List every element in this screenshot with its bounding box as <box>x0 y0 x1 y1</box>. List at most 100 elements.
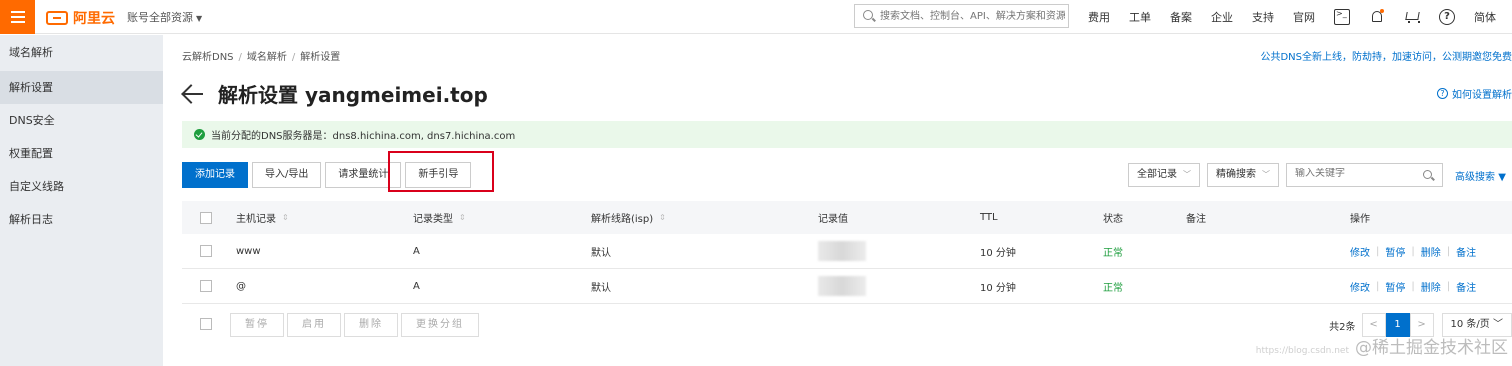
header-line[interactable]: 解析线路(isp) ⇕ <box>591 201 666 234</box>
row-checkbox[interactable] <box>200 280 212 292</box>
header-host[interactable]: 主机记录 ⇕ <box>236 201 289 234</box>
advanced-search-link[interactable]: 高级搜索 ▼ <box>1455 168 1506 183</box>
sidebar-item-weight-config[interactable]: 权重配置 <box>0 137 163 170</box>
header-remark: 备注 <box>1186 214 1206 225</box>
edit-link[interactable]: 修改 <box>1350 279 1370 294</box>
account-resource-dropdown[interactable]: 账号全部资源 ▼ <box>127 9 202 25</box>
help-icon[interactable]: ? <box>1439 9 1455 25</box>
bulk-change-group-button[interactable]: 更换分组 <box>401 313 479 337</box>
filters: 全部记录 ﹀ 精确搜索 ﹀ 高级搜索 ▼ <box>1128 163 1506 187</box>
announcement-link[interactable]: 公共DNS全新上线，防劫持，加速访问，公测期邀您免费 <box>1260 48 1512 63</box>
import-export-button[interactable]: 导入/导出 <box>252 162 322 188</box>
keyword-search[interactable] <box>1286 163 1443 187</box>
bulk-enable-button[interactable]: 启用 <box>287 313 341 337</box>
global-search[interactable] <box>854 4 1069 28</box>
breadcrumb-domain-resolution[interactable]: 域名解析 <box>247 52 287 63</box>
total-count: 共2条 <box>1329 321 1356 333</box>
question-icon: ? <box>1437 88 1448 99</box>
redacted-value <box>818 276 866 296</box>
cell-type: A <box>413 280 420 292</box>
remark-link[interactable]: 备注 <box>1456 244 1476 259</box>
breadcrumb-current: 解析设置 <box>300 52 341 63</box>
terminal-icon[interactable] <box>1334 9 1350 25</box>
header-ttl: TTL <box>980 212 998 223</box>
top-bar: 阿里云 账号全部资源▼ 费用 工单 备案 企业 支持 官网 ? 简体 <box>0 0 1512 34</box>
bulk-select-checkbox[interactable] <box>200 318 212 330</box>
sort-icon[interactable]: ⇕ <box>659 213 666 222</box>
back-arrow-icon[interactable] <box>182 84 204 104</box>
header-host-label: 主机记录 <box>236 214 276 225</box>
search-mode-label: 精确搜索 <box>1216 169 1256 180</box>
global-search-input[interactable] <box>880 8 1065 24</box>
cell-line: 默认 <box>591 282 611 294</box>
sidebar-item-dns-security[interactable]: DNS安全 <box>0 104 163 137</box>
add-record-button[interactable]: 添加记录 <box>182 162 248 188</box>
select-all-checkbox-cell <box>200 201 212 234</box>
header-type-label: 记录类型 <box>413 214 453 225</box>
header-line-label: 解析线路(isp) <box>591 214 654 225</box>
watermark-text: @稀土掘金技术社区 <box>1355 338 1508 358</box>
nav-billing[interactable]: 费用 <box>1088 9 1110 25</box>
sidebar-item-resolution-settings[interactable]: 解析设置 <box>0 71 163 104</box>
sidebar-item-resolution-log[interactable]: 解析日志 <box>0 203 163 236</box>
highlight-box <box>388 151 494 192</box>
chevron-down-icon: ﹀ <box>1262 170 1270 179</box>
nav-enterprise[interactable]: 企业 <box>1211 9 1233 25</box>
nav-tickets[interactable]: 工单 <box>1129 9 1151 25</box>
nav-icp[interactable]: 备案 <box>1170 9 1192 25</box>
delete-link[interactable]: 删除 <box>1421 279 1441 294</box>
page-title: 解析设置 yangmeimei.top <box>218 83 488 107</box>
records-table: 主机记录 ⇕ 记录类型 ⇕ 解析线路(isp) ⇕ 记录值 TTL 状态 备注 操作 … <box>182 201 1512 304</box>
dns-server-notice: 当前分配的DNS服务器是：dns8.hichina.com, dns7.hich… <box>182 121 1512 148</box>
bulk-buttons: 暂停 启用 删除 更换分组 <box>230 313 482 337</box>
nav-official-site[interactable]: 官网 <box>1293 9 1315 25</box>
header-status: 状态 <box>1103 214 1123 225</box>
language-switch[interactable]: 简体 <box>1474 9 1496 25</box>
caret-down-icon: ▼ <box>196 14 203 23</box>
dns-notice-text: 当前分配的DNS服务器是：dns8.hichina.com, dns7.hich… <box>211 131 516 142</box>
edit-link[interactable]: 修改 <box>1350 244 1370 259</box>
search-icon[interactable] <box>1423 170 1432 179</box>
cell-host: www <box>236 245 261 257</box>
keyword-input[interactable] <box>1295 168 1415 179</box>
breadcrumb: 云解析DNS / 域名解析 / 解析设置 <box>182 52 341 63</box>
row-checkbox[interactable] <box>200 245 212 257</box>
cell-host: @ <box>236 280 246 292</box>
record-filter-label: 全部记录 <box>1137 169 1177 180</box>
cart-icon[interactable] <box>1404 9 1420 25</box>
pause-link[interactable]: 暂停 <box>1385 279 1405 294</box>
bulk-pause-button[interactable]: 暂停 <box>230 313 284 337</box>
header-type[interactable]: 记录类型 ⇕ <box>413 201 466 234</box>
remark-link[interactable]: 备注 <box>1456 279 1476 294</box>
menu-icon[interactable] <box>0 0 35 34</box>
aliyun-logo-icon <box>46 11 68 25</box>
howto-label: 如何设置解析 <box>1452 90 1512 101</box>
sort-icon[interactable]: ⇕ <box>282 213 289 222</box>
table-row: www A 默认 10 分钟 正常 修改 | 暂停 | 删除 | 备注 <box>182 234 1512 269</box>
aliyun-logo[interactable]: 阿里云 <box>46 8 115 28</box>
sidebar-item-domain-resolution[interactable]: 域名解析 <box>0 35 163 71</box>
table-header: 主机记录 ⇕ 记录类型 ⇕ 解析线路(isp) ⇕ 记录值 TTL 状态 备注 操作 <box>182 201 1512 234</box>
bell-icon[interactable] <box>1369 9 1385 25</box>
watermark-url: https://blog.csdn.net <box>1255 346 1349 356</box>
logo-text: 阿里云 <box>73 11 115 27</box>
howto-link[interactable]: ? 如何设置解析 <box>1437 86 1512 101</box>
pause-link[interactable]: 暂停 <box>1385 244 1405 259</box>
record-filter-select[interactable]: 全部记录 ﹀ <box>1128 163 1200 187</box>
title-row: 解析设置 yangmeimei.top <box>182 79 488 108</box>
sort-icon[interactable]: ⇕ <box>459 213 466 222</box>
sidebar-item-custom-line[interactable]: 自定义线路 <box>0 170 163 203</box>
row-actions: 修改 | 暂停 | 删除 | 备注 <box>1350 244 1477 259</box>
sidebar: 域名解析 解析设置 DNS安全 权重配置 自定义线路 解析日志 <box>0 35 163 366</box>
nav-support[interactable]: 支持 <box>1252 9 1274 25</box>
watermark: https://blog.csdn.net @稀土掘金技术社区 <box>1256 333 1508 358</box>
bulk-delete-button[interactable]: 删除 <box>344 313 398 337</box>
search-mode-select[interactable]: 精确搜索 ﹀ <box>1207 163 1279 187</box>
select-all-checkbox[interactable] <box>200 211 212 224</box>
row-checkbox-cell <box>200 269 212 303</box>
advanced-search-label: 高级搜索 <box>1455 171 1495 183</box>
delete-link[interactable]: 删除 <box>1421 244 1441 259</box>
breadcrumb-cloud-dns[interactable]: 云解析DNS <box>182 52 234 63</box>
main-content: 云解析DNS / 域名解析 / 解析设置 公共DNS全新上线，防劫持，加速访问，公测期邀… <box>163 35 1512 366</box>
chevron-down-icon: ﹀ <box>1493 319 1503 330</box>
